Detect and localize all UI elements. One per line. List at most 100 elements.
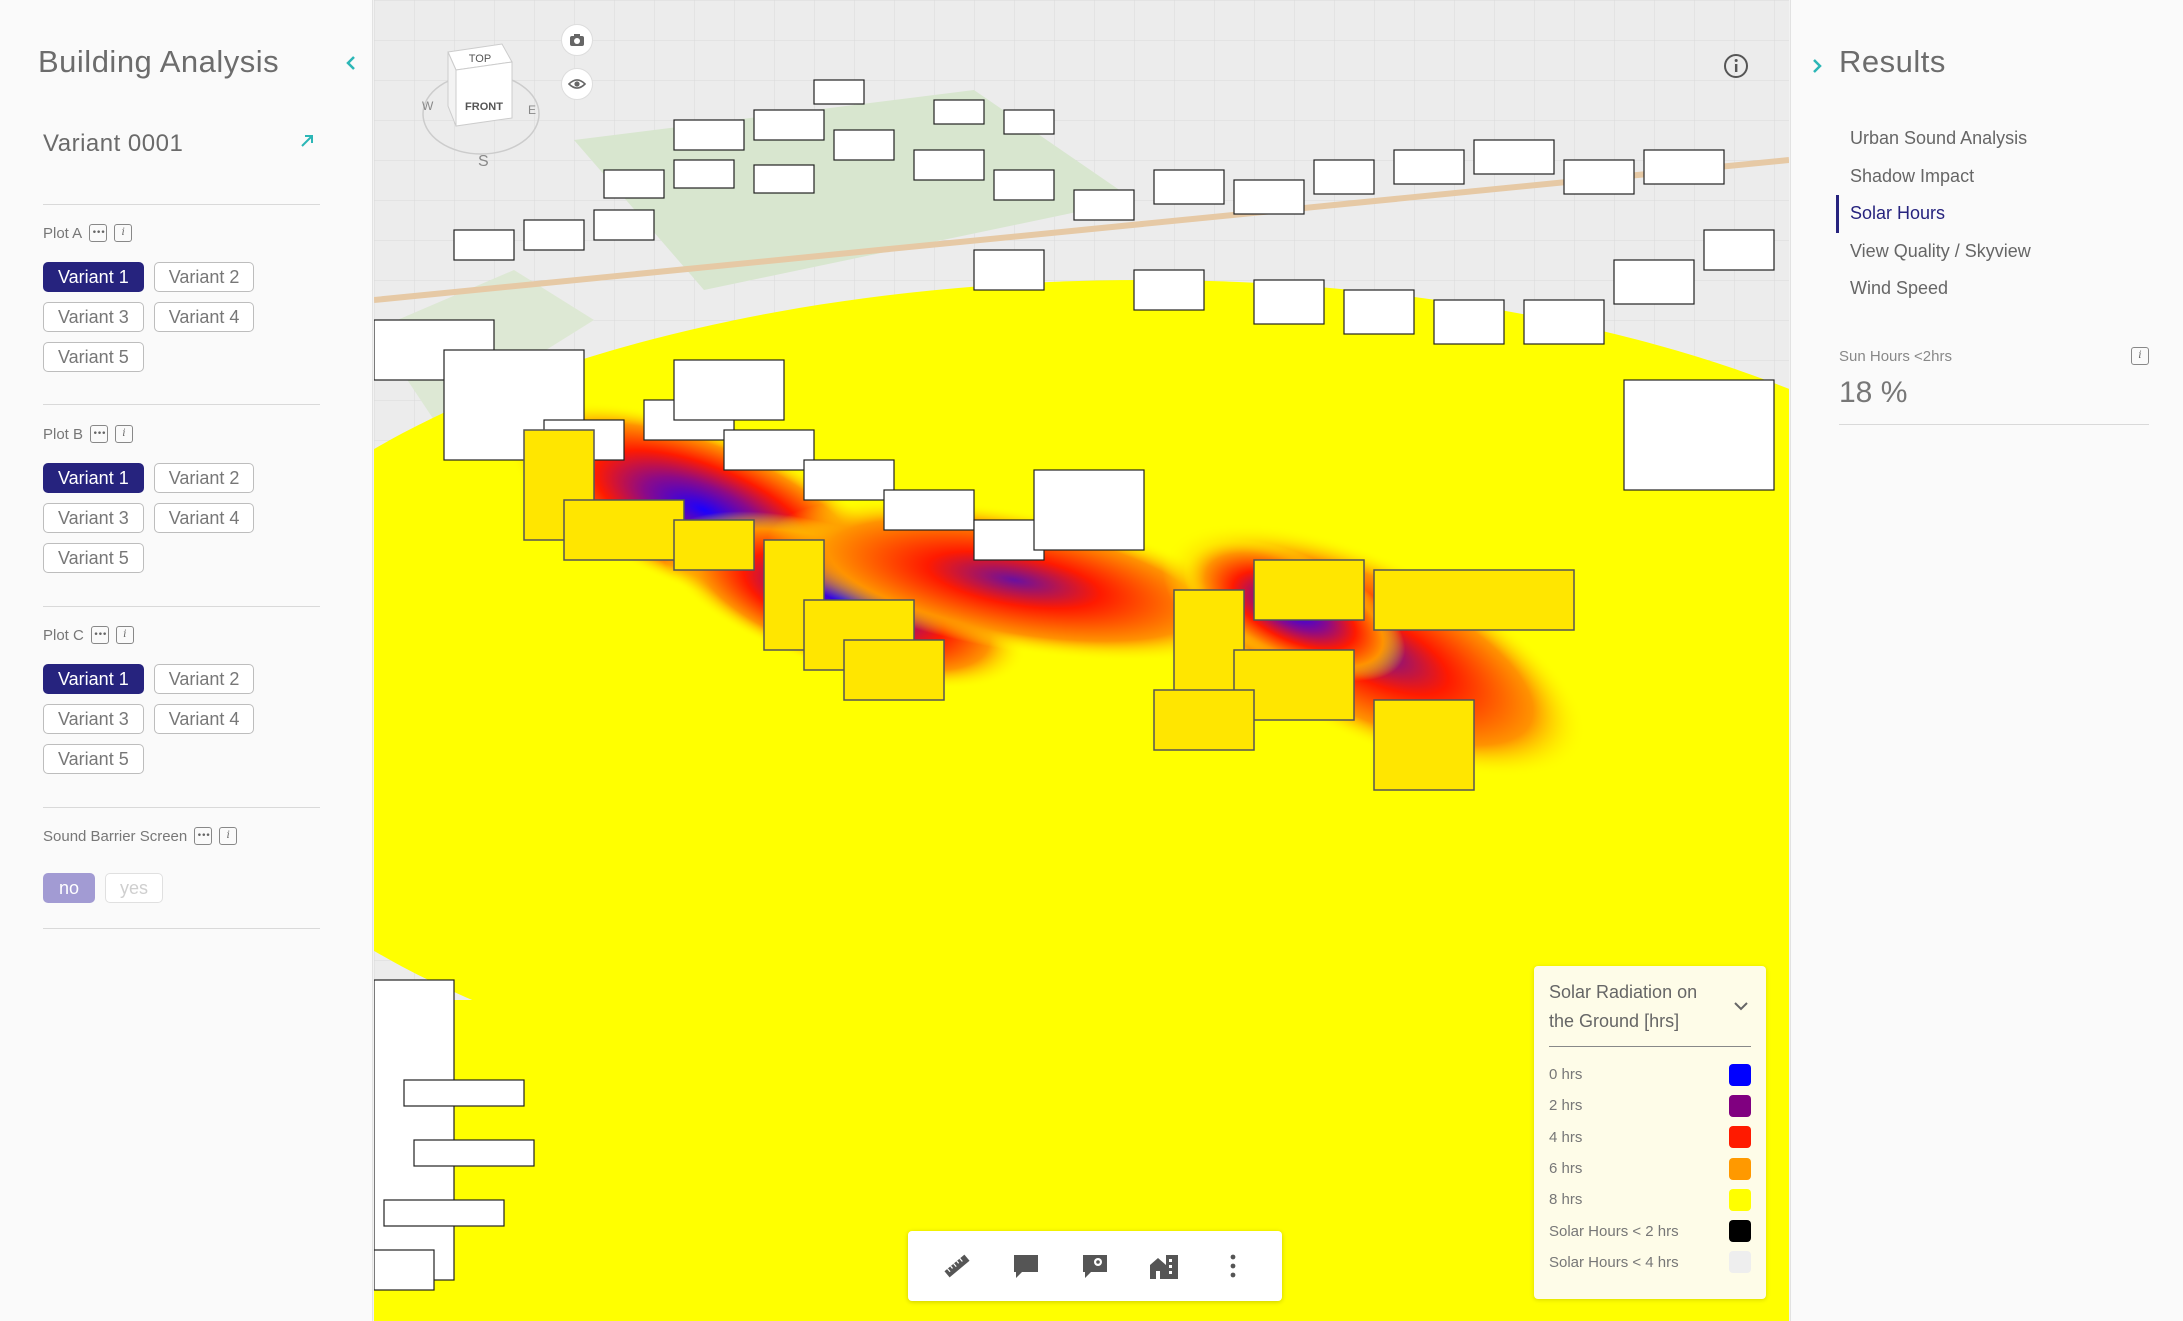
legend-item-label: 2 hrs: [1549, 1097, 1583, 1115]
cube-front-label: FRONT: [465, 101, 503, 113]
comment-tool-button[interactable]: [1008, 1248, 1044, 1284]
results-panel: Results Urban Sound Analysis Shadow Impa…: [1790, 0, 2183, 1321]
variant-button[interactable]: Variant 4: [153, 503, 255, 533]
info-icon[interactable]: i: [115, 626, 134, 644]
legend-items: 0 hrs 2 hrs 4 hrs 6 hrs 8 hrs Solar Hour…: [1549, 1059, 1751, 1278]
metric-label: Sun Hours <2hrs: [1839, 348, 1952, 365]
variant-button[interactable]: Variant 4: [153, 302, 255, 332]
camera-icon: [570, 34, 584, 46]
plot-header: Plot A ••• i: [43, 222, 333, 244]
variant-button[interactable]: Variant 5: [43, 744, 144, 774]
variant-button[interactable]: Variant 2: [153, 664, 255, 694]
divider: [43, 204, 320, 205]
divider: [1839, 424, 2149, 425]
variant-button[interactable]: Variant 1: [43, 463, 144, 493]
result-item-solar-hours[interactable]: Solar Hours: [1836, 195, 2139, 233]
result-item-wind-speed[interactable]: Wind Speed: [1836, 270, 2139, 308]
more-options-icon[interactable]: •••: [194, 827, 213, 845]
variant-options: Variant 1 Variant 2 Variant 3 Variant 4 …: [43, 664, 303, 774]
result-item-shadow-impact[interactable]: Shadow Impact: [1836, 158, 2139, 196]
more-options-icon[interactable]: •••: [89, 224, 108, 242]
compass-east-label: E: [528, 103, 536, 117]
compass-south-label: S: [478, 153, 489, 170]
ruler-icon: [944, 1254, 970, 1278]
collapse-panel-button[interactable]: [340, 52, 362, 74]
plot-header: Plot B ••• i: [43, 423, 333, 445]
info-icon[interactable]: i: [115, 425, 134, 443]
compass-west-label: W: [422, 99, 434, 113]
legend-item-label: 6 hrs: [1549, 1160, 1583, 1178]
sound-barrier-toggle: no yes: [43, 873, 333, 903]
cube-front-face[interactable]: [455, 61, 513, 127]
variant-name: Variant 0001: [43, 130, 184, 157]
legend-item-label: 4 hrs: [1549, 1128, 1583, 1146]
info-icon[interactable]: i: [2131, 347, 2149, 365]
variant-options: Variant 1 Variant 2 Variant 3 Variant 4 …: [43, 262, 303, 372]
result-item-view-quality[interactable]: View Quality / Skyview: [1836, 233, 2139, 271]
comment-icon: [1013, 1255, 1038, 1278]
plot-b-group: Plot B ••• i Variant 1 Variant 2 Variant…: [43, 423, 333, 573]
location-comment-tool-button[interactable]: [1077, 1248, 1113, 1284]
more-options-button[interactable]: [1215, 1248, 1251, 1284]
navigation-cube[interactable]: TOP FRONT W E S: [416, 40, 546, 170]
plot-a-group: Plot A ••• i Variant 1 Variant 2 Variant…: [43, 222, 333, 372]
variant-button[interactable]: Variant 3: [43, 302, 144, 332]
variant-button[interactable]: Variant 2: [153, 463, 255, 493]
plot-label: Plot A: [43, 224, 83, 242]
sound-barrier-no-button[interactable]: no: [43, 873, 95, 903]
legend-header[interactable]: Solar Radiation on the Ground [hrs]: [1549, 978, 1751, 1047]
arrow-up-right-icon: [301, 135, 313, 147]
legend-item-label: 0 hrs: [1549, 1066, 1583, 1084]
variant-button[interactable]: Variant 4: [153, 704, 255, 734]
more-options-icon[interactable]: •••: [90, 626, 109, 644]
legend-swatch: [1729, 1157, 1751, 1180]
variant-button[interactable]: Variant 3: [43, 704, 144, 734]
info-icon[interactable]: i: [219, 827, 238, 845]
sound-barrier-header: Sound Barrier Screen ••• i: [43, 825, 333, 847]
chevron-down-icon: [1734, 1002, 1748, 1011]
variant-button[interactable]: Variant 5: [43, 342, 144, 372]
results-title: Results: [1839, 44, 1946, 79]
legend-item-label: Solar Hours < 4 hrs: [1549, 1253, 1679, 1271]
divider: [43, 807, 320, 808]
legend-swatch: [1729, 1094, 1751, 1117]
view-options-button[interactable]: [561, 68, 593, 100]
divider: [43, 606, 320, 607]
plot-c-group: Plot C ••• i Variant 1 Variant 2 Variant…: [43, 624, 333, 774]
legend-item: 8 hrs: [1549, 1184, 1751, 1215]
viewport-toolbar: [908, 1231, 1282, 1301]
variant-button[interactable]: Variant 5: [43, 543, 144, 573]
building-tool-button[interactable]: [1146, 1248, 1182, 1284]
panel-title: Building Analysis: [38, 44, 280, 79]
variant-options: Variant 1 Variant 2 Variant 3 Variant 4 …: [43, 463, 303, 573]
result-item-urban-sound[interactable]: Urban Sound Analysis: [1836, 120, 2139, 158]
screenshot-button[interactable]: [561, 24, 593, 56]
sound-barrier-label: Sound Barrier Screen: [43, 827, 188, 845]
variant-button[interactable]: Variant 1: [43, 664, 144, 694]
sound-barrier-yes-button[interactable]: yes: [105, 873, 164, 903]
3d-viewport[interactable]: TOP FRONT W E S Solar Radiation on the G…: [374, 0, 1789, 1321]
variant-button[interactable]: Variant 3: [43, 503, 144, 533]
legend-item: Solar Hours < 4 hrs: [1549, 1247, 1751, 1278]
legend-item-label: 8 hrs: [1549, 1191, 1583, 1209]
info-button[interactable]: [1722, 52, 1750, 80]
info-icon: [1724, 54, 1748, 78]
variant-button[interactable]: Variant 1: [43, 262, 144, 292]
more-options-icon[interactable]: •••: [90, 425, 109, 443]
plot-header: Plot C ••• i: [43, 624, 333, 646]
info-icon[interactable]: i: [114, 224, 133, 242]
chevron-left-icon: [346, 56, 355, 70]
plot-label: Plot C: [43, 626, 84, 644]
metric-value: 18 %: [1839, 376, 1908, 409]
collapse-results-button[interactable]: [1806, 55, 1828, 77]
sound-barrier-group: Sound Barrier Screen ••• i no yes: [43, 825, 333, 903]
measure-tool-button[interactable]: [939, 1248, 975, 1284]
open-variant-button[interactable]: [296, 130, 318, 152]
cube-top-label: TOP: [469, 53, 491, 65]
chevron-right-icon: [1813, 59, 1822, 73]
divider: [43, 928, 320, 929]
solar-legend: Solar Radiation on the Ground [hrs] 0 hr…: [1534, 966, 1766, 1299]
legend-title: Solar Radiation on the Ground [hrs]: [1549, 982, 1698, 1031]
legend-swatch: [1729, 1251, 1751, 1274]
variant-button[interactable]: Variant 2: [153, 262, 255, 292]
